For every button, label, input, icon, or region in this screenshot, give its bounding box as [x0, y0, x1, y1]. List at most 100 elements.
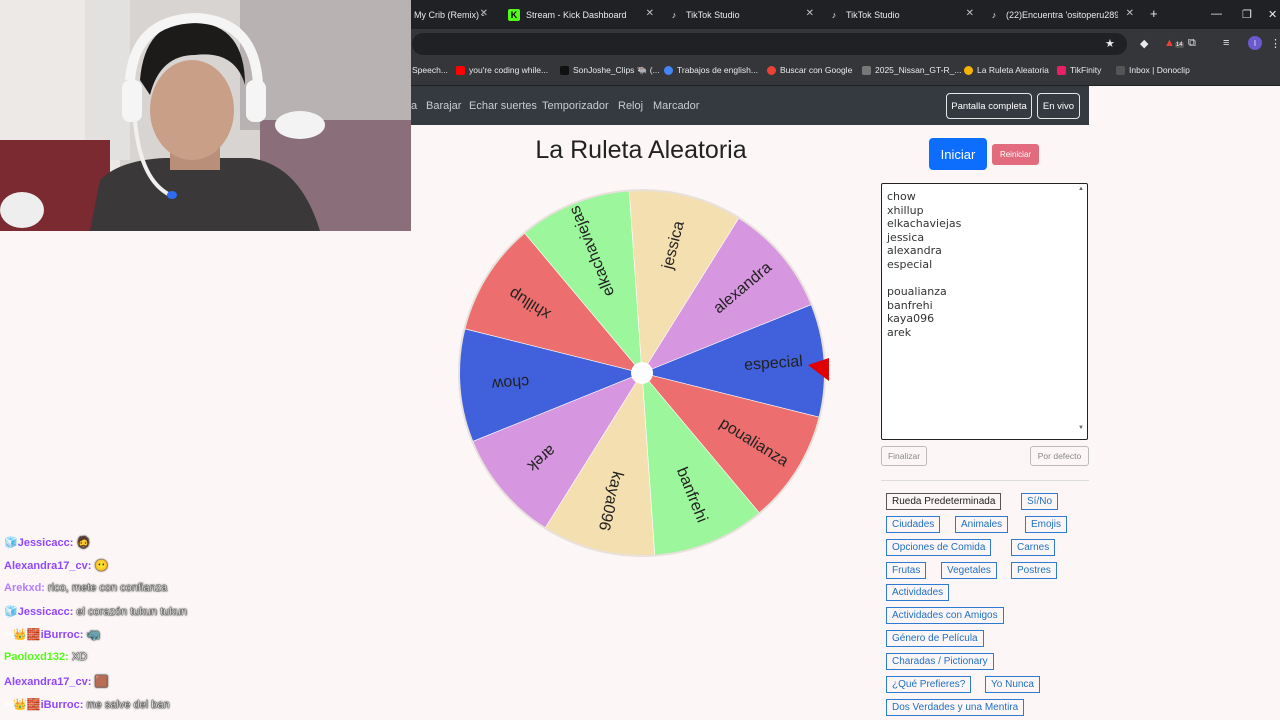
- nav-link-echar-suertes[interactable]: Echar suertes: [469, 100, 537, 112]
- nav-link-partial[interactable]: a: [411, 100, 417, 112]
- preset-si-no[interactable]: Sí/No: [1021, 493, 1059, 510]
- preset-vegetales[interactable]: Vegetales: [941, 562, 997, 579]
- bookmark-label: TikFinity: [1070, 65, 1102, 75]
- chat-message: Arekxd: rico, mete con confianza: [4, 582, 167, 594]
- chat-message: Alexandra17_cv: 🟫: [4, 675, 108, 688]
- close-icon[interactable]: ✕: [1126, 8, 1134, 19]
- preset-que-prefieres[interactable]: ¿Qué Prefieres?: [886, 676, 972, 693]
- webcam-overlay: [0, 0, 411, 231]
- tab-kick-dashboard[interactable]: K Stream - Kick Dashboard ✕: [508, 0, 660, 29]
- default-button[interactable]: Por defecto: [1030, 446, 1089, 466]
- chat-text: 🦏: [86, 629, 101, 641]
- extension-alert-icon[interactable]: ▲14: [1164, 37, 1184, 49]
- tab-tiktok-studio-1[interactable]: ♪ TikTok Studio ✕: [668, 0, 820, 29]
- chat-badges: 🧊: [4, 537, 18, 549]
- close-icon[interactable]: ✕: [480, 8, 488, 19]
- preset-frutas[interactable]: Frutas: [886, 562, 927, 579]
- extensions-puzzle-icon[interactable]: ⧉: [1188, 37, 1196, 50]
- scroll-up-icon[interactable]: ▲: [1078, 186, 1084, 192]
- page-title: La Ruleta Aleatoria: [535, 136, 747, 164]
- chat-badges: 🧊: [4, 606, 18, 618]
- bookmark-tikfinity[interactable]: TikFinity: [1057, 65, 1101, 75]
- tab-title: TikTok Studio: [846, 9, 900, 20]
- preset-actividades[interactable]: Actividades: [886, 584, 950, 601]
- chat-text: XD: [71, 651, 88, 663]
- tiktok-icon: ♪: [991, 9, 997, 20]
- star-icon[interactable]: ★: [1105, 37, 1115, 50]
- preset-postres[interactable]: Postres: [1011, 562, 1057, 579]
- close-icon[interactable]: ✕: [966, 8, 974, 19]
- chat-username: Alexandra17_cv:: [4, 560, 92, 572]
- nav-link-marcador[interactable]: Marcador: [653, 100, 699, 112]
- media-control-icon[interactable]: ≡: [1223, 37, 1229, 49]
- preset-yo-nunca[interactable]: Yo Nunca: [985, 676, 1040, 693]
- preset-actividades-amigos[interactable]: Actividades con Amigos: [886, 607, 1004, 624]
- scroll-down-icon[interactable]: ▼: [1078, 425, 1084, 431]
- chat-message: 🧊Jessicacc: el corazón tukun tukun: [4, 605, 187, 618]
- file-icon: [862, 65, 871, 75]
- more-menu-icon[interactable]: ⋮: [1270, 37, 1280, 50]
- close-icon[interactable]: ✕: [646, 8, 654, 19]
- chat-text: me salve del ban: [86, 699, 170, 711]
- new-tab-button[interactable]: +: [1150, 6, 1158, 21]
- names-textarea[interactable]: chow xhillup elkachaviejas jessica alexa…: [881, 183, 1088, 440]
- tab-title: Stream - Kick Dashboard: [526, 9, 627, 20]
- chat-message: Alexandra17_cv: 😶: [4, 559, 108, 572]
- bookmark-label: La Ruleta Aleatoria: [977, 65, 1049, 75]
- live-button[interactable]: En vivo: [1037, 93, 1080, 119]
- wheel-segment-label: chow: [491, 373, 530, 393]
- preset-emojis[interactable]: Emojis: [1025, 516, 1068, 533]
- bookmark-ruleta[interactable]: La Ruleta Aleatoria: [964, 65, 1049, 75]
- chat-badges: ✂👑🧱: [4, 699, 41, 711]
- tab-tiktok-studio-2[interactable]: ♪ TikTok Studio ✕: [828, 0, 980, 29]
- bookmark-label: Speech...: [412, 65, 448, 75]
- youtube-icon: [456, 65, 465, 75]
- chat-message: ✂👑🧱iBurroc: me salve del ban: [4, 698, 170, 711]
- spinning-wheel[interactable]: especialpoualianzabanfrehikaya096arekcho…: [455, 178, 831, 568]
- tiktok-icon: ♪: [831, 9, 837, 20]
- extension-diamond-icon[interactable]: ◆: [1140, 37, 1148, 50]
- preset-ciudades[interactable]: Ciudades: [886, 516, 941, 533]
- preset-charadas[interactable]: Charadas / Pictionary: [886, 653, 994, 670]
- chat-badges: ✂👑🧱: [4, 629, 41, 641]
- url-input[interactable]: [412, 33, 1127, 55]
- tab-title: TikTok Studio: [686, 9, 740, 20]
- preset-dos-verdades[interactable]: Dos Verdades y una Mentira: [886, 699, 1025, 716]
- bookmark-youtube[interactable]: you're coding while...: [456, 65, 548, 75]
- tab-title: My Crib (Remix) -: [414, 9, 485, 20]
- preset-carnes[interactable]: Carnes: [1011, 539, 1056, 556]
- nav-link-barajar[interactable]: Barajar: [426, 100, 461, 112]
- tab-tiktok-search[interactable]: ♪ (22)Encuentra 'ositoperu28929 ✕: [988, 0, 1140, 29]
- bookmark-speech[interactable]: Speech...: [412, 65, 448, 75]
- reset-button[interactable]: Reiniciar: [992, 144, 1039, 165]
- nav-link-temporizador[interactable]: Temporizador: [542, 100, 609, 112]
- tiktok-icon: ♪: [671, 9, 677, 20]
- tab-music[interactable]: My Crib (Remix) - ✕: [414, 0, 494, 29]
- nav-link-reloj[interactable]: Reloj: [618, 100, 643, 112]
- preset-rueda-predeterminada[interactable]: Rueda Predeterminada: [886, 493, 1002, 510]
- preset-genero-pelicula[interactable]: Género de Película: [886, 630, 984, 647]
- donoclip-icon: [1116, 65, 1125, 75]
- preset-animales[interactable]: Animales: [955, 516, 1009, 533]
- bookmark-google[interactable]: Buscar con Google: [767, 65, 852, 75]
- bookmark-trabajos[interactable]: Trabajos de english...: [664, 65, 758, 75]
- bookmark-sonjoshe[interactable]: SonJoshe_Clips 🐃 (...: [560, 65, 660, 76]
- bookmark-nissan[interactable]: 2025_Nissan_GT-R_...: [862, 65, 961, 75]
- tikfinity-icon: [1057, 65, 1066, 75]
- start-button[interactable]: Iniciar: [929, 138, 987, 170]
- finish-button[interactable]: Finalizar: [881, 446, 927, 466]
- bookmark-label: 2025_Nissan_GT-R_...: [875, 65, 962, 75]
- extension-badge: 14: [1174, 42, 1184, 48]
- minimize-icon[interactable]: —: [1211, 8, 1222, 20]
- fullscreen-button[interactable]: Pantalla completa: [946, 93, 1032, 119]
- bookmark-label: Buscar con Google: [780, 65, 853, 75]
- close-window-icon[interactable]: ✕: [1268, 8, 1277, 21]
- preset-opciones-comida[interactable]: Opciones de Comida: [886, 539, 992, 556]
- chat-text: 😶: [94, 560, 109, 572]
- profile-avatar[interactable]: I: [1248, 36, 1262, 50]
- restore-icon[interactable]: ❐: [1242, 8, 1252, 21]
- bookmark-donoclip[interactable]: Inbox | Donoclip: [1116, 65, 1190, 75]
- chat-username: Alexandra17_cv:: [4, 676, 92, 688]
- bookmark-label: SonJoshe_Clips 🐃 (...: [573, 65, 660, 75]
- close-icon[interactable]: ✕: [806, 8, 814, 19]
